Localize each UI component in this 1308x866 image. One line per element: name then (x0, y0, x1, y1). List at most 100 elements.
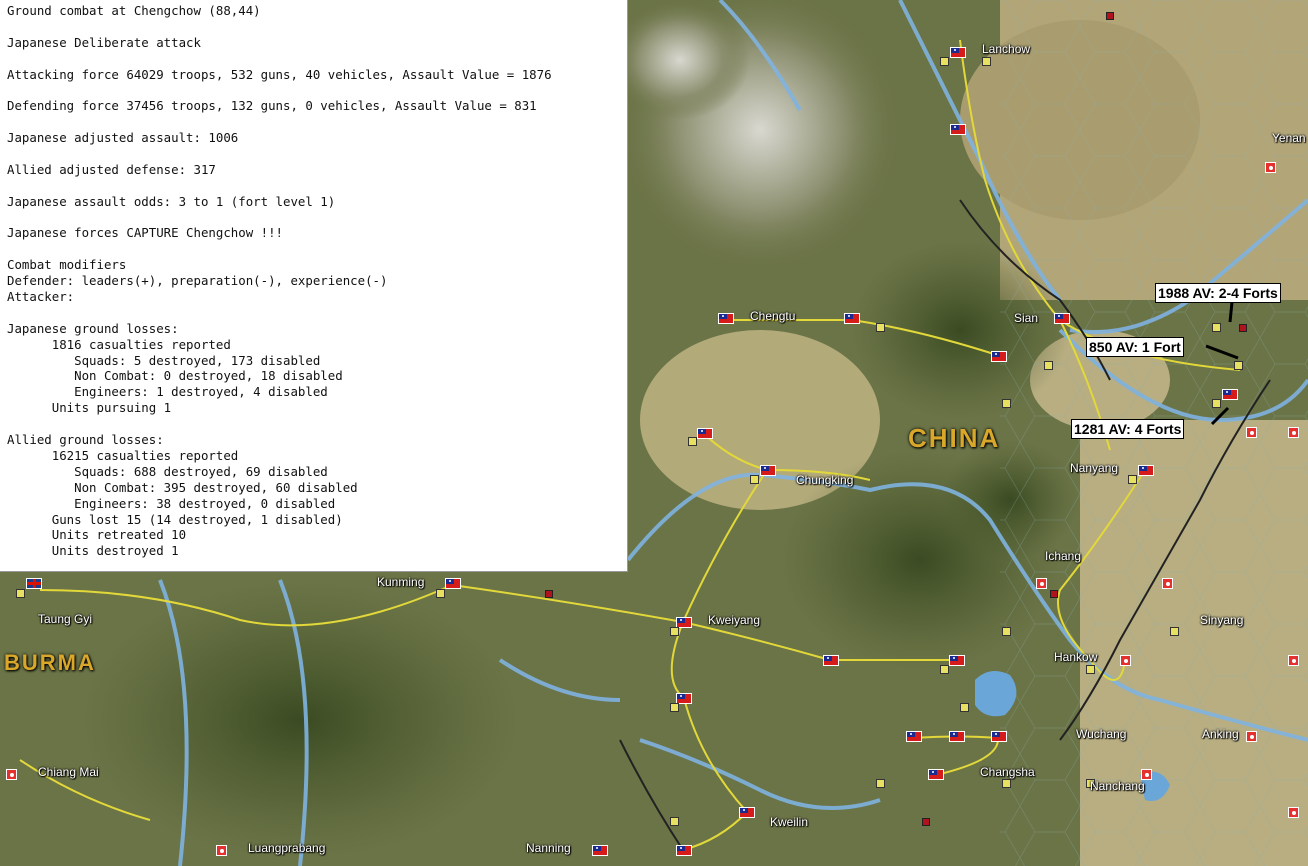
report-line: Ground combat at Chengchow (88,44) (7, 3, 261, 18)
report-line: Combat modifiers (7, 257, 127, 273)
base-y1[interactable] (982, 57, 991, 66)
base-y4[interactable] (1212, 323, 1221, 332)
place-yenan: Yenan (1272, 131, 1306, 145)
flag-mid[interactable] (991, 351, 1007, 362)
report-line (7, 178, 620, 194)
report-line (7, 146, 620, 162)
report-line (7, 416, 620, 432)
report-line: Units retreated 10 (7, 527, 187, 543)
base-y12[interactable] (1002, 627, 1011, 636)
report-line: 1816 casualties reported (7, 336, 231, 352)
flag-s2[interactable] (906, 731, 922, 742)
place-chengtu: Chengtu (750, 309, 796, 323)
flag-lanchow[interactable] (950, 47, 966, 58)
flag-kunming[interactable] (445, 578, 461, 589)
report-line: Japanese adjusted assault: 1006 (7, 130, 239, 146)
jp-unit-12[interactable] (216, 845, 227, 856)
base-marker-2[interactable] (545, 590, 553, 598)
place-chungking: Chungking (796, 473, 854, 487)
report-line: Non Combat: 0 destroyed, 18 disabled (7, 368, 343, 384)
base-y10[interactable] (436, 589, 445, 598)
jp-unit-6[interactable] (1288, 655, 1299, 666)
place-anking: Anking (1202, 727, 1239, 741)
base-y8[interactable] (750, 475, 759, 484)
region-burma: BURMA (4, 650, 96, 675)
jp-unit-8[interactable] (1246, 731, 1257, 742)
place-nanning: Nanning (526, 841, 571, 855)
report-line (7, 305, 620, 321)
report-line (7, 82, 620, 98)
jp-unit-2[interactable] (1246, 427, 1257, 438)
combat-report-panel[interactable]: Ground combat at Chengchow (88,44) Japane… (0, 0, 628, 572)
report-line (7, 19, 620, 35)
place-kunming: Kunming (377, 575, 425, 589)
report-line: Japanese forces CAPTURE Chengchow !!! (7, 225, 284, 241)
report-line: Attacker: (7, 289, 75, 305)
base-y23[interactable] (1002, 399, 1011, 408)
flag-nanning[interactable] (592, 845, 608, 856)
base-y7[interactable] (1128, 475, 1137, 484)
base-y5[interactable] (1234, 361, 1243, 370)
base-y22[interactable] (16, 589, 25, 598)
base-y17[interactable] (960, 703, 969, 712)
base-y16[interactable] (670, 703, 679, 712)
flag-kweilin[interactable] (739, 807, 755, 818)
base-y9[interactable] (688, 437, 697, 446)
report-line (7, 210, 620, 226)
place-sinyang: Sinyang (1200, 613, 1244, 627)
report-line: Defending force 37456 troops, 132 guns, … (7, 98, 537, 114)
base-marker-3[interactable] (1050, 590, 1058, 598)
base-y3[interactable] (876, 323, 885, 332)
base-y13[interactable] (1170, 627, 1179, 636)
jp-unit-3[interactable] (1288, 427, 1299, 438)
report-line: Japanese assault odds: 3 to 1 (fort leve… (7, 193, 336, 209)
base-y20[interactable] (1002, 779, 1011, 788)
report-line: Allied adjusted defense: 317 (7, 161, 216, 177)
flag-changsha[interactable] (928, 769, 944, 780)
jp-unit-10[interactable] (1288, 807, 1299, 818)
flag-e2[interactable] (949, 655, 965, 666)
base-y19[interactable] (876, 779, 885, 788)
flag-chengchow[interactable] (1222, 389, 1238, 400)
place-kweiyang: Kweiyang (708, 613, 761, 627)
place-changsha: Changsha (980, 765, 1035, 779)
flag-nanning-east[interactable] (676, 845, 692, 856)
flag-e1[interactable] (823, 655, 839, 666)
report-line: Units pursuing 1 (7, 400, 172, 416)
place-wuchang: Wuchang (1076, 727, 1127, 741)
jp-unit-5[interactable] (1162, 578, 1173, 589)
base-marker-1[interactable] (1239, 324, 1247, 332)
base-y2[interactable] (940, 57, 949, 66)
jp-unit-7[interactable] (1120, 655, 1131, 666)
jp-unit-1[interactable] (1265, 162, 1276, 173)
flag-s4[interactable] (991, 731, 1007, 742)
place-sian: Sian (1014, 311, 1039, 325)
place-ichang: Ichang (1045, 549, 1082, 563)
report-line: Japanese Deliberate attack (7, 34, 201, 50)
base-y24[interactable] (1044, 361, 1053, 370)
report-line: Defender: leaders(+), preparation(-), ex… (7, 273, 388, 289)
base-y14[interactable] (940, 665, 949, 674)
place-nanchang: Nanchang (1090, 779, 1145, 793)
jp-unit-11[interactable] (6, 769, 17, 780)
base-y6[interactable] (1212, 399, 1221, 408)
flag-nanyang[interactable] (1138, 465, 1154, 476)
base-marker-4[interactable] (922, 818, 930, 826)
annotation-1281av: 1281 AV: 4 Forts (1071, 419, 1185, 439)
report-line: Allied ground losses: (7, 432, 164, 448)
flag-chungking[interactable] (760, 465, 776, 476)
base-y15[interactable] (1086, 665, 1095, 674)
base-y21[interactable] (670, 817, 679, 826)
report-line (7, 114, 620, 130)
flag-chengtu[interactable] (718, 313, 734, 324)
base-y11[interactable] (670, 627, 679, 636)
base-marker-5[interactable] (1106, 12, 1114, 20)
flag-chengtu-east[interactable] (844, 313, 860, 324)
uk-flag[interactable] (26, 578, 42, 589)
flag-north[interactable] (950, 124, 966, 135)
jp-unit-4[interactable] (1036, 578, 1047, 589)
flag-sian[interactable] (1054, 313, 1070, 324)
report-line: 16215 casualties reported (7, 447, 239, 463)
flag-west[interactable] (697, 428, 713, 439)
flag-s3[interactable] (949, 731, 965, 742)
